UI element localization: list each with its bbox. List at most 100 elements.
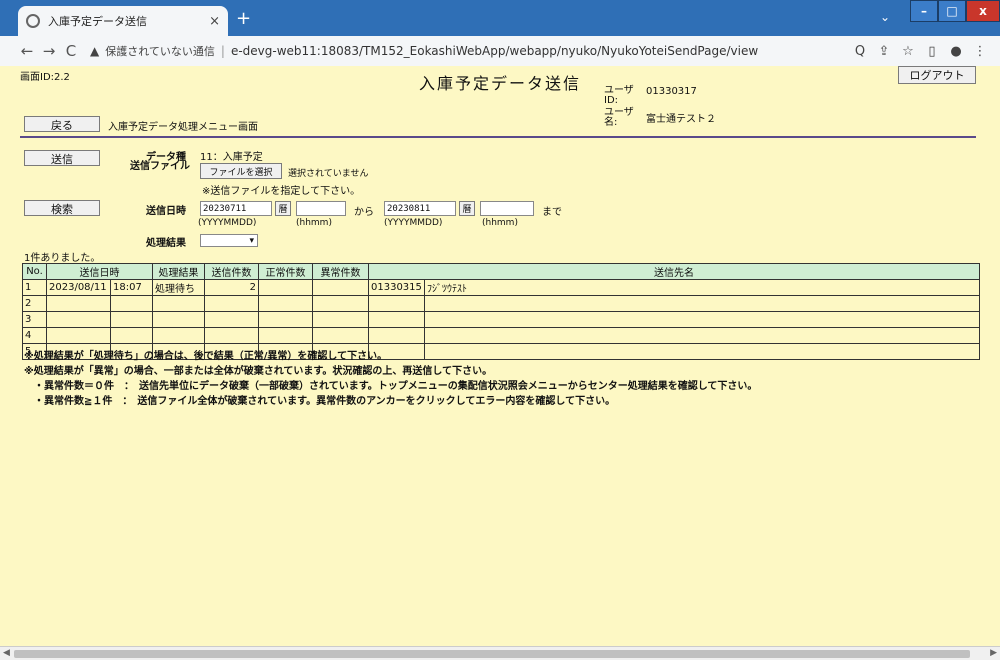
cell-no: 3	[22, 311, 47, 328]
col-error-count: 異常件数	[312, 263, 369, 280]
cell-no: 1	[22, 279, 47, 296]
zoom-icon[interactable]: Q	[848, 44, 872, 59]
url-text[interactable]: e-devg-web11:18083/TM152_EokashiWebApp/w…	[231, 44, 758, 58]
from-date-input[interactable]: 20230711	[200, 201, 272, 216]
menu-icon[interactable]: ⋮	[968, 44, 992, 59]
found-message: 1件ありました。	[24, 253, 101, 264]
to-date-format: (YYYYMMDD)	[384, 218, 443, 228]
to-time-format: (hhmm)	[482, 218, 518, 228]
user-name-value: 富士通テスト２	[646, 114, 716, 125]
cell-error-count	[312, 311, 369, 328]
file-hint: ※送信ファイルを指定して下さい。	[202, 186, 361, 197]
cell-error-count	[312, 295, 369, 312]
star-icon[interactable]: ☆	[896, 44, 920, 59]
from-time-input[interactable]	[296, 201, 346, 216]
cell-send-count	[204, 311, 259, 328]
note-line: ※処理結果が「異常」の場合、一部または全体が破棄されています。状況確認の上、再送…	[24, 366, 493, 377]
choose-file-button[interactable]: ファイルを選択	[200, 163, 282, 179]
back-menu-label: 入庫予定データ処理メニュー画面	[108, 122, 258, 133]
cell-time: 18:07	[110, 279, 153, 296]
to-date-input[interactable]: 20230811	[384, 201, 456, 216]
col-normal-count: 正常件数	[258, 263, 313, 280]
cell-no: 4	[22, 327, 47, 344]
scroll-right-icon[interactable]: ▶	[990, 648, 997, 658]
minimize-button[interactable]: –	[910, 0, 938, 22]
cell-send-count: 2	[204, 279, 259, 296]
logout-button[interactable]: ログアウト	[898, 66, 976, 84]
search-button[interactable]: 検索	[24, 200, 100, 216]
maximize-button[interactable]: □	[938, 0, 966, 22]
col-send-count: 送信件数	[204, 263, 259, 280]
cell-dest-name: ﾌｼﾞﾂｳﾃｽﾄ	[424, 279, 980, 296]
browser-tab[interactable]: 入庫予定データ送信 ×	[18, 6, 228, 36]
new-tab-button[interactable]: +	[236, 8, 251, 29]
result-label: 処理結果	[146, 238, 186, 249]
scrollbar-thumb[interactable]	[14, 650, 970, 658]
note-line: ・異常件数＝０件 ： 送信先単位にデータ破棄（一部破棄）されています。トップメニ…	[24, 381, 758, 392]
close-window-button[interactable]: x	[966, 0, 1000, 22]
browser-titlebar: 入庫予定データ送信 × + ⌄ – □ x	[0, 0, 1000, 36]
address-separator: |	[220, 44, 225, 58]
cell-send-count	[204, 295, 259, 312]
cell-send-count	[204, 327, 259, 344]
globe-icon	[26, 14, 40, 28]
col-no: No.	[22, 263, 47, 280]
to-calendar-icon[interactable]: 曆	[459, 201, 475, 216]
cell-result	[152, 295, 205, 312]
cell-date	[46, 311, 111, 328]
user-id-value: 01330317	[646, 86, 697, 97]
send-datetime-label: 送信日時	[146, 206, 186, 217]
side-panel-icon[interactable]: ▯	[920, 44, 944, 59]
col-send-datetime: 送信日時	[46, 263, 153, 280]
tab-title: 入庫予定データ送信	[48, 15, 147, 28]
col-destination: 送信先名	[368, 263, 980, 280]
table-row: 2	[22, 295, 980, 312]
browser-toolbar: ← → C ▲ 保護されていない通信 | e-devg-web11:18083/…	[0, 36, 1000, 66]
cell-error-count	[312, 327, 369, 344]
cell-time	[110, 327, 153, 344]
table-header-row: No. 送信日時 処理結果 送信件数 正常件数 異常件数 送信先名	[22, 263, 980, 280]
cell-normal-count	[258, 279, 313, 296]
cell-result: 処理待ち	[152, 279, 205, 296]
reload-icon[interactable]: C	[60, 42, 82, 60]
to-time-input[interactable]	[480, 201, 534, 216]
cell-dest-name	[424, 327, 980, 344]
cell-result	[152, 327, 205, 344]
cell-normal-count	[258, 327, 313, 344]
page-title: 入庫予定データ送信	[418, 74, 581, 93]
share-icon[interactable]: ⇪	[872, 44, 896, 59]
cell-dest-code	[368, 311, 425, 328]
cell-no: 2	[22, 295, 47, 312]
cell-date	[46, 295, 111, 312]
cell-result	[152, 311, 205, 328]
range-to-label: まで	[542, 207, 562, 218]
from-calendar-icon[interactable]: 曆	[275, 201, 291, 216]
send-button[interactable]: 送信	[24, 150, 100, 166]
address-bar[interactable]: ▲ 保護されていない通信 | e-devg-web11:18083/TM152_…	[90, 43, 848, 59]
note-line: ・異常件数≧１件 ： 送信ファイル全体が破棄されています。異常件数のアンカーをク…	[24, 396, 616, 407]
cell-dest-name	[424, 311, 980, 328]
table-row: 3	[22, 311, 980, 328]
forward-icon[interactable]: →	[38, 42, 60, 60]
tab-list-chevron-icon[interactable]: ⌄	[880, 10, 890, 24]
back-icon[interactable]: ←	[16, 42, 38, 60]
horizontal-scrollbar[interactable]: ◀ ▶	[0, 646, 1000, 660]
profile-icon[interactable]: ●	[944, 44, 968, 59]
user-name-label: ユーザ名:	[604, 107, 634, 128]
result-select[interactable]: ▾	[200, 234, 258, 247]
cell-time	[110, 295, 153, 312]
insecure-label: 保護されていない通信	[105, 45, 215, 58]
tab-close-icon[interactable]: ×	[209, 14, 220, 29]
send-file-label: 送信ファイル	[130, 161, 190, 172]
file-status: 選択されていません	[288, 169, 369, 179]
page-content: 画面ID:2.2 入庫予定データ送信 ログアウト ユーザID: 01330317…	[0, 66, 1000, 646]
cell-dest-code	[368, 295, 425, 312]
scroll-left-icon[interactable]: ◀	[3, 648, 10, 658]
cell-date: 2023/08/11	[46, 279, 111, 296]
cell-dest-code	[368, 327, 425, 344]
from-time-format: (hhmm)	[296, 218, 332, 228]
cell-normal-count	[258, 295, 313, 312]
table-row: 4	[22, 327, 980, 344]
back-button[interactable]: 戻る	[24, 116, 100, 132]
note-line: ※処理結果が「処理待ち」の場合は、後で結果（正常/異常）を確認して下さい。	[24, 351, 388, 362]
